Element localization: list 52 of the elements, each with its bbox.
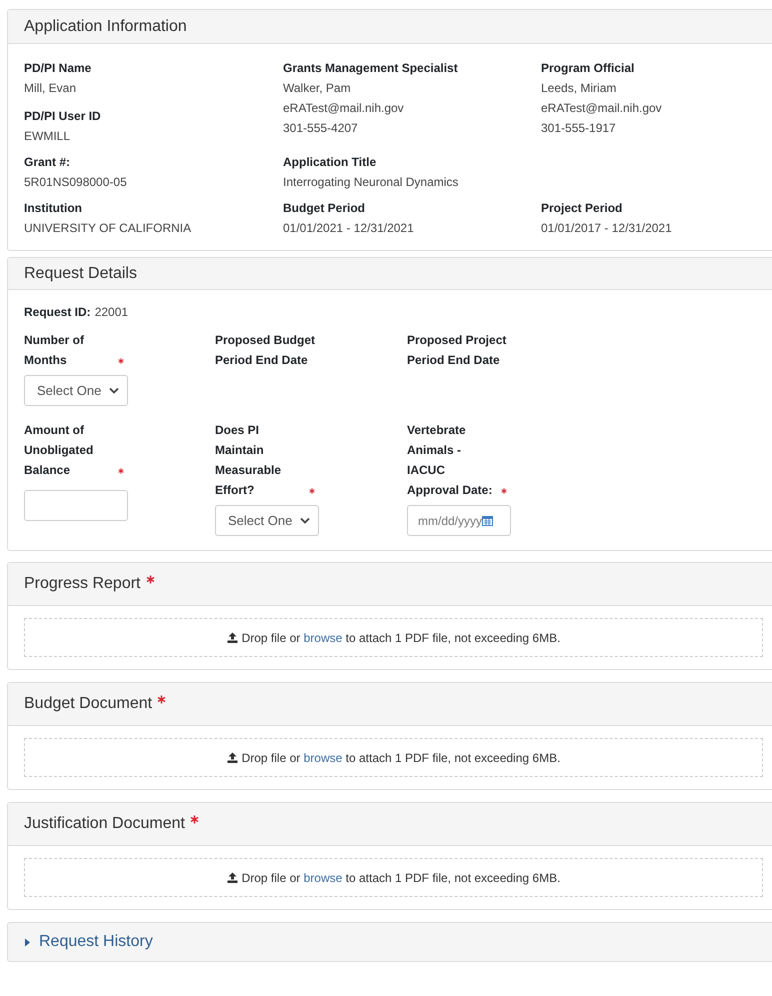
field-value: UNIVERSITY OF CALIFORNIA xyxy=(24,220,192,237)
field-value: Interrogating Neuronal Dynamics xyxy=(283,174,460,191)
field-label: Number of Months xyxy=(24,332,85,369)
browse-link[interactable]: browse xyxy=(304,630,342,644)
field-label: Proposed Project Period End Date xyxy=(407,332,507,369)
select-dropdown[interactable]: Select One xyxy=(215,505,319,536)
field-label: Program Official xyxy=(541,60,636,77)
text-input[interactable] xyxy=(24,490,128,521)
calendar-icon xyxy=(482,515,494,526)
field-value: Walker, Pam xyxy=(283,80,352,97)
field-label: PD/PI User ID xyxy=(24,108,102,125)
field-label: Application Title xyxy=(283,154,378,171)
panel-title: Budget Document xyxy=(24,694,152,714)
upload-instructions: Drop file or browse to attach 1 PDF file, not exceeding 6MB. xyxy=(242,750,560,766)
field-label: Amount of Unobligated Balance xyxy=(24,422,94,479)
field-value: 01/01/2021 - 12/31/2021 xyxy=(283,220,415,237)
field-value: eRATest@mail.nih.gov xyxy=(283,100,405,117)
upload-icon xyxy=(226,872,238,883)
field-label: Grants Management Specialist xyxy=(283,60,459,77)
select-dropdown[interactable]: Select One xyxy=(24,375,128,406)
field-label: Vertebrate Animals - IACUC Approval Date: xyxy=(407,422,494,499)
field-label: Grant #: xyxy=(24,154,72,171)
field-value: 01/01/2017 - 12/31/2021 xyxy=(541,220,673,237)
field-label: Budget Period xyxy=(283,200,366,217)
field-label: Institution xyxy=(24,200,83,217)
field-label: Project Period xyxy=(541,200,624,217)
field-label: Proposed Budget Period End Date xyxy=(215,332,315,369)
upload-instructions: Drop file or browse to attach 1 PDF file, not exceeding 6MB. xyxy=(242,870,560,886)
field-value: EWMILL xyxy=(24,128,72,145)
field-value: 22001 xyxy=(94,304,128,321)
chevron-down-icon xyxy=(300,517,310,524)
collapsible-header[interactable]: Request History xyxy=(7,922,772,962)
field-value: eRATest@mail.nih.gov xyxy=(541,100,663,117)
field-value: 301-555-4207 xyxy=(283,120,359,137)
date-input[interactable]: mm/dd/yyyy xyxy=(407,505,511,536)
panel-title: Request Details xyxy=(24,264,137,284)
panel-title: Progress Report xyxy=(24,574,140,594)
field-label: Request ID: xyxy=(24,304,91,321)
field-label: Does PI Maintain Measurable Effort? xyxy=(215,422,282,499)
browse-link[interactable]: browse xyxy=(304,870,342,884)
browse-link[interactable]: browse xyxy=(304,750,342,764)
field-value: 5R01NS098000-05 xyxy=(24,174,128,191)
field-value: 301-555-1917 xyxy=(541,120,617,137)
upload-icon xyxy=(226,632,238,643)
field-label: PD/PI Name xyxy=(24,60,92,77)
panel-title: Justification Document xyxy=(24,814,185,834)
panel-title: Application Information xyxy=(24,16,187,36)
field-value: Leeds, Miriam xyxy=(541,80,618,97)
upload-instructions: Drop file or browse to attach 1 PDF file, not exceeding 6MB. xyxy=(242,630,560,646)
field-value: Mill, Evan xyxy=(24,80,78,97)
chevron-down-icon xyxy=(109,387,119,394)
upload-icon xyxy=(226,752,238,763)
